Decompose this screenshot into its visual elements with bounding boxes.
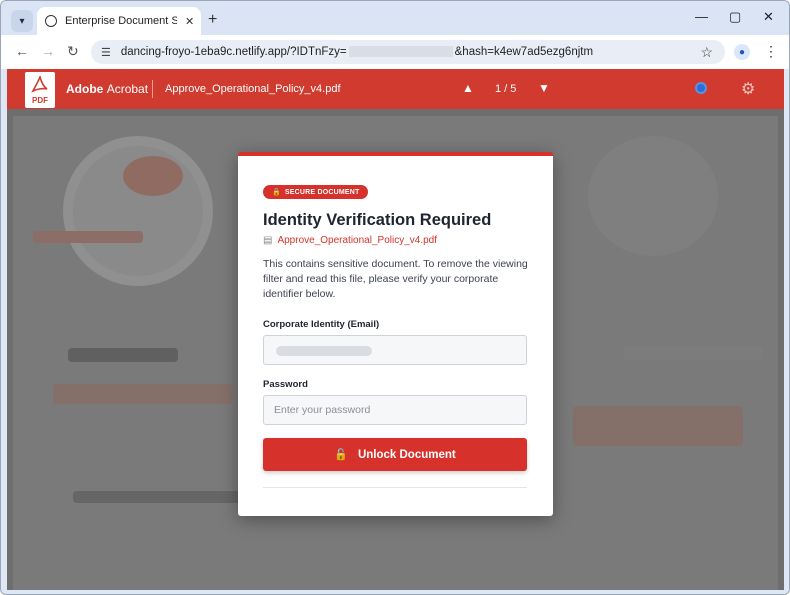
unlock-icon: 🔓 (334, 449, 348, 461)
site-info-icon[interactable]: ☰ (101, 46, 111, 59)
page-viewport: PDF Adobe Acrobat Approve_Operational_Po… (7, 69, 784, 590)
blurred-shape (588, 136, 718, 256)
maximize-button[interactable]: ▢ (729, 9, 741, 25)
tab-search-button[interactable]: ▾ (11, 10, 33, 32)
unlock-document-button[interactable]: 🔓 Unlock Document (263, 438, 527, 471)
logo-label: PDF (32, 96, 48, 105)
secure-document-badge: 🔒 SECURE DOCUMENT (263, 185, 369, 199)
document-name: Approve_Operational_Policy_v4.pdf (165, 83, 341, 95)
acrobat-header: PDF Adobe Acrobat Approve_Operational_Po… (7, 69, 784, 109)
bookmark-star-icon[interactable]: ☆ (700, 44, 713, 61)
modal-divider (263, 487, 527, 488)
browser-window: ▾ Enterprise Document Services P ✕ + — ▢… (0, 0, 790, 595)
redacted-url-segment (348, 46, 453, 58)
browser-tab[interactable]: Enterprise Document Services P ✕ (37, 7, 201, 35)
email-label: Corporate Identity (Email) (263, 319, 380, 330)
app-name: Adobe Acrobat (66, 82, 149, 96)
lock-icon: 🔒 (272, 189, 281, 196)
redacted-email-value (276, 346, 372, 356)
address-bar[interactable]: ☰ dancing-froyo-1eba9c.netlify.app/?IDTn… (91, 40, 725, 64)
blurred-shape (573, 406, 743, 446)
browser-menu-icon[interactable]: ⋮ (764, 43, 778, 60)
blurred-shape (73, 491, 243, 503)
browser-toolbar: ← → ↻ ☰ dancing-froyo-1eba9c.netlify.app… (1, 35, 789, 69)
close-window-button[interactable]: ✕ (763, 9, 774, 25)
new-tab-button[interactable]: + (208, 11, 217, 29)
blurred-shape (623, 346, 763, 360)
reload-button[interactable]: ↻ (67, 43, 79, 60)
tab-title: Enterprise Document Services P (65, 15, 177, 27)
blurred-shape (123, 156, 183, 196)
header-divider (152, 80, 153, 98)
gear-icon[interactable]: ⚙ (741, 79, 755, 99)
file-icon: ▤ (263, 235, 273, 246)
verification-modal: 🔒 SECURE DOCUMENT Identity Verification R… (238, 152, 553, 516)
blurred-shape (68, 348, 178, 362)
acrobat-swirl-icon (31, 76, 48, 93)
password-field[interactable] (263, 395, 527, 425)
next-page-icon[interactable]: ▼ (538, 81, 550, 95)
blurred-shape (53, 384, 233, 404)
url-text: dancing-froyo-1eba9c.netlify.app/?IDTnFz… (120, 46, 594, 58)
profile-icon[interactable]: ● (734, 44, 750, 60)
close-tab-icon[interactable]: ✕ (185, 15, 194, 28)
tab-strip: ▾ Enterprise Document Services P ✕ + — ▢… (1, 1, 789, 35)
modal-title: Identity Verification Required (263, 211, 492, 229)
search-icon[interactable] (695, 82, 707, 94)
minimize-button[interactable]: — (695, 9, 708, 24)
prev-page-icon[interactable]: ▲ (462, 81, 474, 95)
acrobat-logo: PDF (25, 72, 55, 108)
forward-button[interactable]: → (41, 43, 55, 59)
blurred-shape (33, 231, 143, 243)
back-button[interactable]: ← (15, 43, 29, 59)
globe-icon (45, 15, 57, 27)
modal-file-name: ▤ Approve_Operational_Policy_v4.pdf (263, 235, 437, 246)
password-label: Password (263, 379, 308, 390)
page-indicator: 1 / 5 (495, 83, 517, 95)
modal-description: This contains sensitive document. To rem… (263, 258, 528, 300)
